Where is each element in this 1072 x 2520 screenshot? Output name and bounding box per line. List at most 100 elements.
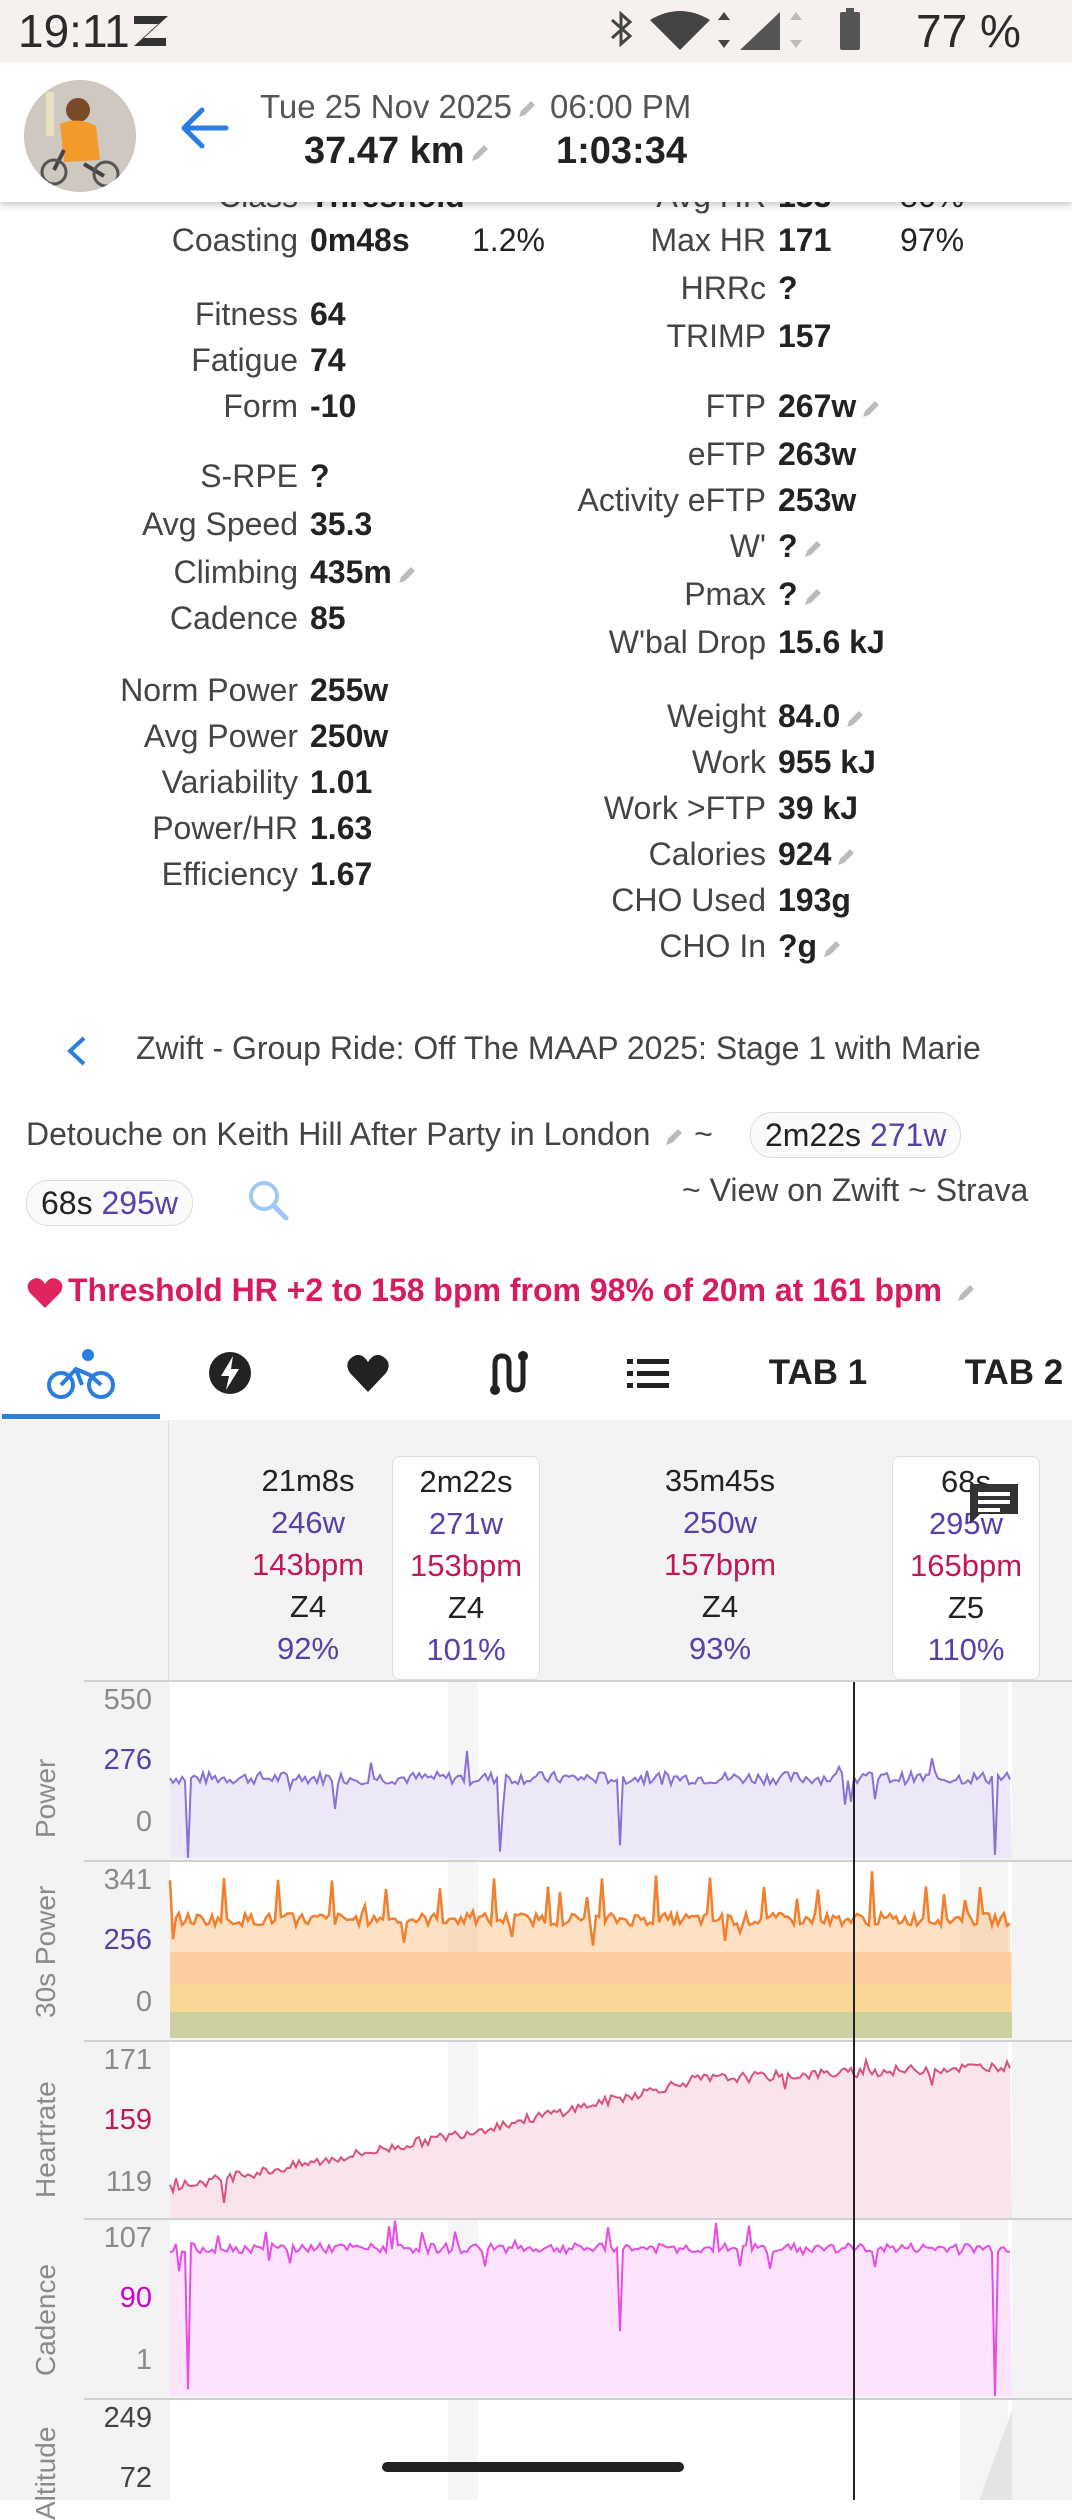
data-arrows-icon [718,12,730,48]
tab-heartrate[interactable] [318,1328,418,1418]
stat-value-text: ? [310,458,330,494]
stat-value-text: 35.3 [310,506,373,542]
route-icon [490,1351,528,1395]
edit-icon[interactable] [516,98,538,120]
zwift-notification-icon [134,16,168,46]
edit-icon[interactable] [396,564,418,586]
external-links[interactable]: ~ View on Zwift ~ Strava [682,1172,1028,1209]
stat-value: 955 kJ [778,744,876,781]
tab-2-label: TAB 2 [964,1353,1064,1392]
threshold-hr-notice[interactable]: Threshold HR +2 to 158 bpm from 98% of 2… [26,1272,977,1310]
stat-label: Fatigue [191,342,298,378]
edit-icon[interactable] [844,708,866,730]
stat-value: -10 [310,388,356,425]
activity-charts[interactable] [0,1420,1072,2500]
stat-label: Max HR [650,222,766,258]
tab-ride[interactable] [2,1328,160,1418]
stat-label: Variability [161,764,298,800]
tab-2[interactable]: TAB 2 [944,1328,1072,1418]
edit-icon[interactable] [860,398,882,420]
stat-value: 39 kJ [778,790,858,827]
stat-label: Coasting [171,222,298,258]
chip-power: 295w [101,1185,178,1221]
stat-value[interactable]: ?g [778,928,843,965]
stat-label: Power/HR [152,810,298,846]
interval-band [448,2400,478,2500]
stat-percent: 97% [900,222,965,258]
stat-value[interactable]: 267w [778,388,882,425]
stat-value-text: 15.6 kJ [778,624,885,660]
activity-header: Tue 25 Nov 2025 06:00 PM 37.47 km 1:03:3… [0,62,1072,202]
edit-icon[interactable] [955,1282,977,1304]
stat-label: Efficiency [161,856,298,892]
activity-title-line1[interactable]: Zwift - Group Ride: Off The MAAP 2025: S… [136,1030,981,1067]
activity-distance[interactable]: 37.47 km [304,130,491,173]
activity-title-line2[interactable]: Detouche on Keith Hill After Party in Lo… [26,1116,650,1152]
stat-value[interactable]: ? [778,576,824,613]
battery-icon [840,8,860,50]
charts-panel: 21m8s 246w 143bpm Z4 92% 2m22s 271w 153bpm Z4 101… [0,1420,1072,2520]
edit-icon[interactable] [469,142,491,164]
tab-power[interactable] [180,1328,280,1418]
edit-icon[interactable] [821,938,843,960]
stat-value-text: 263w [778,436,857,472]
signal-icon [740,12,780,50]
stat-value[interactable]: ? [778,528,824,565]
stat-value: 193g [778,882,851,919]
avatar[interactable] [24,80,136,192]
tab-1[interactable]: TAB 1 [748,1328,888,1418]
stat-value-text: ?g [778,928,818,964]
stat-value: 171 [778,222,831,259]
stat-value-text: 39 kJ [778,790,859,826]
stat-value-text: 171 [778,222,832,258]
stat-value[interactable]: 435m [310,554,418,591]
stat-value-text: 435m [310,554,392,590]
activity-date-text: Tue 25 Nov 2025 [260,88,512,125]
stat-label: FTP [705,388,766,424]
tab-active-indicator [2,1414,160,1419]
stat-value-text: 1.63 [310,810,373,846]
stat-value-text: 955 kJ [778,744,876,780]
stat-label: Avg Speed [142,506,298,542]
stat-value: 255w [310,672,388,709]
tab-list[interactable] [598,1328,698,1418]
stat-value[interactable]: 924 [778,836,857,873]
stat-value-text: 157 [778,318,832,354]
stat-value-text: 193g [778,882,851,918]
edit-icon[interactable] [802,586,824,608]
stat-value[interactable]: 84.0 [778,698,866,735]
stat-label: Fitness [194,296,298,332]
back-arrow-icon[interactable] [178,102,230,154]
edit-icon[interactable] [835,846,857,868]
activity-start-time: 06:00 PM [550,88,692,125]
stat-value: 1.63 [310,810,372,847]
edit-icon[interactable] [663,1126,685,1148]
stat-label: S-RPE [200,458,298,494]
list-icon [627,1359,669,1388]
stat-value: ? [778,270,798,307]
search-icon[interactable] [244,1176,292,1224]
stat-value-text: 0m48s [310,222,410,258]
best-effort-chip-2[interactable]: 68s 295w [26,1180,193,1226]
stat-label: Activity eFTP [577,482,766,518]
stat-label: Avg Power [143,718,298,754]
stat-value-text: 1.01 [310,764,373,800]
avatar-image [24,80,136,192]
home-indicator[interactable] [382,2462,684,2472]
bike-icon [47,1349,115,1399]
stat-value: 1.01 [310,764,372,801]
stat-label: Climbing [173,554,298,590]
tilde-separator: ~ [694,1116,713,1152]
stat-value-text: 64 [310,296,346,332]
stat-value-text: 74 [310,342,346,378]
best-effort-chip-1[interactable]: 2m22s 271w [750,1112,962,1158]
stat-value-text: 255w [310,672,389,708]
edit-icon[interactable] [802,538,824,560]
activity-date[interactable]: Tue 25 Nov 2025 [260,88,538,126]
stat-value: 85 [310,600,346,637]
tab-route[interactable] [458,1328,558,1418]
stat-label: Cadence [169,600,298,636]
stat-value: 0m48s [310,222,410,259]
chevron-left-icon[interactable] [64,1034,90,1068]
stat-value-text: -10 [310,388,357,424]
